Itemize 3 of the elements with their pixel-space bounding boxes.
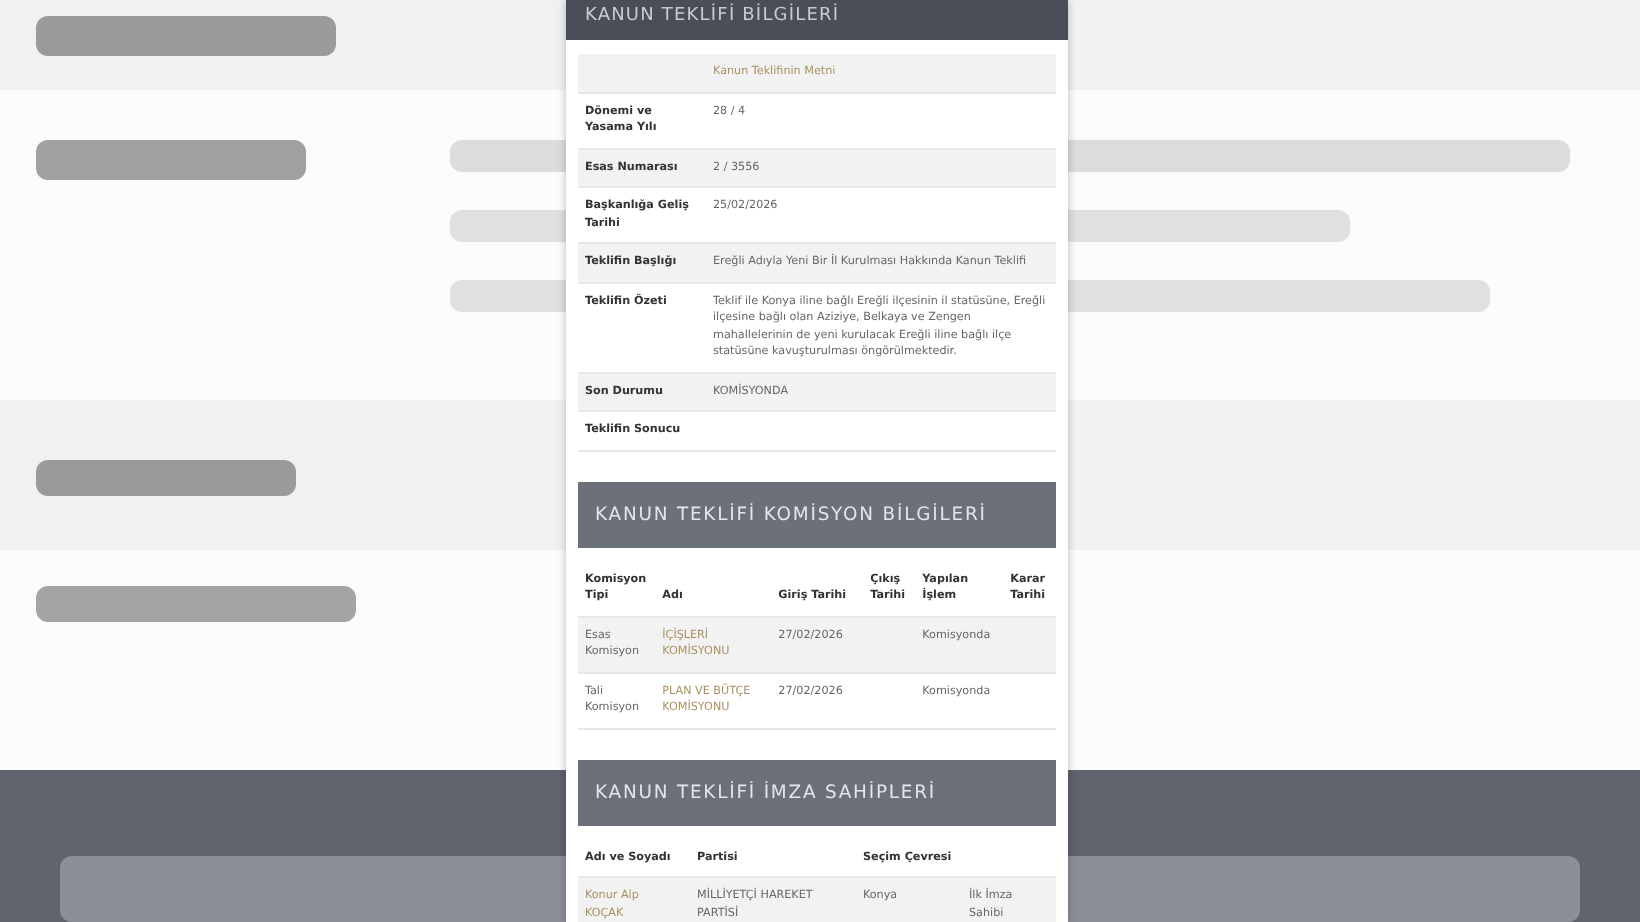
section-header: KANUN TEKLİFİ KOMİSYON BİLGİLERİ: [577, 481, 1055, 547]
section-header: KANUN TEKLİFİ İMZA SAHİPLERİ: [577, 759, 1055, 825]
section-header: KANUN TEKLİFİ BİLGİLERİ: [565, 0, 1067, 40]
